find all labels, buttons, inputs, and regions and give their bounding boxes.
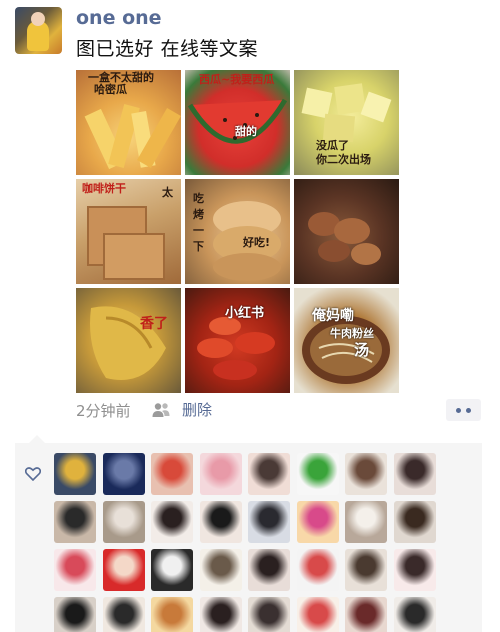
liker-avatar-14[interactable]: [296, 501, 339, 543]
image-crayfish[interactable]: 小红书: [185, 288, 290, 393]
image-caption-text: 咖啡饼干: [82, 182, 126, 195]
liker-avatar-5[interactable]: [248, 453, 290, 495]
image-fries[interactable]: 一盒不太甜的 哈密瓜: [76, 70, 181, 175]
image-caption-text: 太: [162, 186, 173, 199]
dot-icon: [456, 408, 461, 413]
image-caption-text: 汤: [354, 341, 370, 359]
liker-avatar-8[interactable]: [393, 453, 436, 495]
image-grid: 一盒不太甜的 哈密瓜 西瓜~我要西瓜 甜的 没瓜了 你二次出场 咖啡饼干 太 吃…: [76, 70, 399, 394]
liker-avatar-29[interactable]: [248, 597, 290, 632]
image-melon[interactable]: 没瓜了 你二次出场: [294, 70, 399, 175]
liker-avatar-16[interactable]: [393, 501, 436, 543]
poster-avatar[interactable]: [15, 7, 62, 54]
delete-button[interactable]: 删除: [182, 400, 212, 420]
liker-avatar-1[interactable]: [54, 453, 96, 495]
liker-avatar-25[interactable]: [54, 597, 96, 632]
liker-avatar-15[interactable]: [345, 501, 387, 543]
liker-avatar-17[interactable]: [54, 549, 96, 591]
liker-avatar-13[interactable]: [248, 501, 290, 543]
liker-avatar-19[interactable]: [151, 549, 193, 591]
liker-avatar-21[interactable]: [248, 549, 290, 591]
liker-avatar-18[interactable]: [102, 549, 145, 591]
people-icon: [152, 403, 170, 417]
image-caption-text: 没瓜了: [316, 139, 349, 152]
liker-avatar-7[interactable]: [345, 453, 387, 495]
image-caption-text: 牛肉粉丝: [330, 327, 374, 340]
liker-avatar-31[interactable]: [345, 597, 387, 632]
image-bread[interactable]: 吃 烤 一 下 好吃!: [185, 179, 290, 284]
image-caption-text: 西瓜~我要西瓜: [199, 73, 275, 86]
liker-avatar-4[interactable]: [199, 453, 242, 495]
more-options-button[interactable]: [446, 399, 481, 421]
liker-avatar-23[interactable]: [345, 549, 387, 591]
image-caption-text: 好吃!: [243, 236, 271, 249]
image-caption-text: 甜的: [235, 125, 257, 138]
liker-avatar-11[interactable]: [151, 501, 193, 543]
post-caption: 图已选好 在线等文案: [76, 38, 259, 60]
image-caption-text: 烤: [193, 208, 204, 221]
image-caption-text: 吃: [193, 192, 204, 205]
liker-avatar-12[interactable]: [199, 501, 242, 543]
image-caption-text: 俺妈嘞: [312, 308, 354, 324]
image-crackers[interactable]: 咖啡饼干 太: [76, 179, 181, 284]
image-caption-text: 一: [193, 224, 204, 237]
liker-avatar-24[interactable]: [393, 549, 436, 591]
liker-avatar-6[interactable]: [296, 453, 339, 495]
image-caption-text: 下: [193, 240, 204, 253]
image-noodles[interactable]: 俺妈嘞 牛肉粉丝 汤: [294, 288, 399, 393]
liker-avatar-28[interactable]: [199, 597, 242, 632]
liker-avatar-20[interactable]: [199, 549, 242, 591]
poster-username[interactable]: one one: [76, 6, 162, 30]
heart-icon: [25, 467, 41, 481]
dot-icon: [466, 408, 471, 413]
liker-avatar-2[interactable]: [102, 453, 145, 495]
image-meat[interactable]: [294, 179, 399, 284]
image-caption-text: 哈密瓜: [94, 83, 127, 96]
liker-avatar-3[interactable]: [151, 453, 193, 495]
image-chicken[interactable]: 香了: [76, 288, 181, 393]
liker-avatar-27[interactable]: [151, 597, 193, 632]
image-watermelon[interactable]: 西瓜~我要西瓜 甜的: [185, 70, 290, 175]
likes-panel: [15, 435, 482, 632]
liker-avatar-26[interactable]: [102, 597, 145, 632]
liker-avatar-10[interactable]: [102, 501, 145, 543]
liker-avatar-30[interactable]: [296, 597, 339, 632]
liker-avatar-9[interactable]: [54, 501, 96, 543]
image-caption-text: 你二次出场: [316, 153, 371, 166]
image-caption-text: 小红书: [225, 306, 265, 321]
liker-avatar-22[interactable]: [296, 549, 339, 591]
avatar-face: [31, 12, 45, 26]
post-timestamp: 2分钟前: [76, 402, 131, 420]
liker-avatar-32[interactable]: [393, 597, 436, 632]
image-caption-text: 香了: [140, 316, 168, 332]
